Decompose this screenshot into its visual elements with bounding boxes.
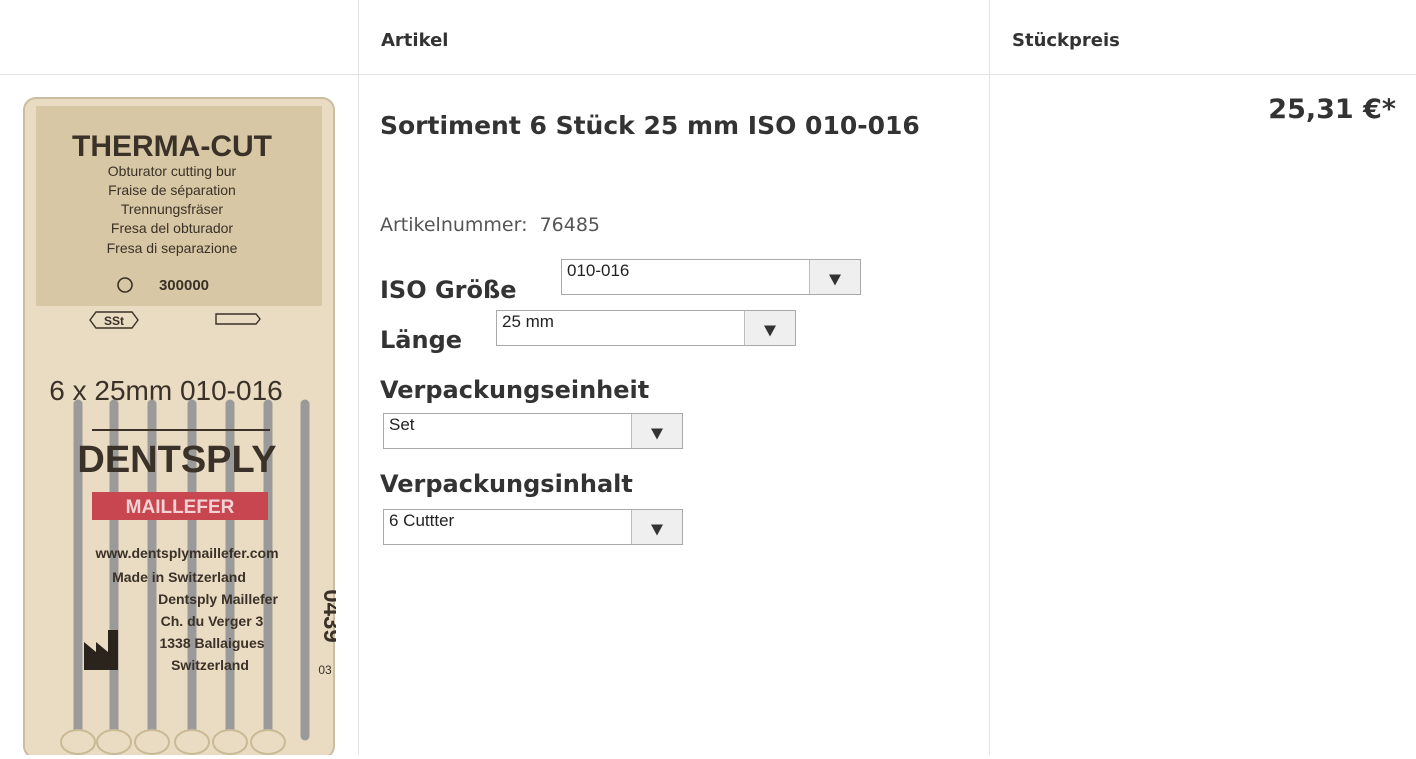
dropdown-button[interactable] <box>631 510 682 544</box>
package-brand: THERMA-CUT <box>72 130 272 163</box>
length-label: Länge <box>380 326 463 354</box>
dropdown-arrow-icon <box>764 325 776 337</box>
packaging-unit-label: Verpackungseinheit <box>380 376 650 404</box>
packaging-content-label: Verpackungsinhalt <box>380 470 633 498</box>
iso-size-label: ISO Größe <box>380 276 517 304</box>
product-title[interactable]: Sortiment 6 Stück 25 mm ISO 010-016 <box>380 104 940 148</box>
length-select[interactable]: 25 mm <box>496 310 796 346</box>
svg-text:Trennungsfräser: Trennungsfräser <box>121 201 224 217</box>
iso-size-select[interactable]: 010-016 <box>561 259 861 295</box>
dropdown-arrow-icon <box>651 524 663 536</box>
product-table: Artikel Stückpreis THERMA-CUT Obturator … <box>0 0 1416 759</box>
svg-text:03: 03 <box>318 663 332 677</box>
article-number-value: 76485 <box>539 214 601 236</box>
svg-text:Obturator cutting bur: Obturator cutting bur <box>108 163 237 179</box>
svg-text:SSt: SSt <box>104 314 124 328</box>
column-divider <box>989 0 990 755</box>
header-divider <box>0 74 1416 75</box>
svg-text:Ch. du Verger 3: Ch. du Verger 3 <box>161 613 264 629</box>
svg-text:Fresa del obturador: Fresa del obturador <box>111 220 234 236</box>
svg-text:Switzerland: Switzerland <box>171 657 249 673</box>
product-image[interactable]: THERMA-CUT Obturator cutting bur Fraise … <box>22 96 345 759</box>
unit-price: 25,31 €* <box>1268 94 1396 125</box>
svg-text:0439: 0439 <box>318 589 336 642</box>
packaging-unit-select[interactable]: Set <box>383 413 683 449</box>
svg-text:300000: 300000 <box>159 277 209 294</box>
svg-text:Made in Switzerland: Made in Switzerland <box>112 569 246 585</box>
article-number-label: Artikelnummer: <box>380 214 528 236</box>
column-divider <box>358 0 359 755</box>
svg-text:DENTSPLY: DENTSPLY <box>77 439 276 481</box>
packaging-content-select[interactable]: 6 Cuttter <box>383 509 683 545</box>
svg-text:Fresa di separazione: Fresa di separazione <box>107 240 238 256</box>
column-header-unit-price: Stückpreis <box>1012 30 1120 51</box>
dropdown-button[interactable] <box>631 414 682 448</box>
svg-text:MAILLEFER: MAILLEFER <box>126 497 235 518</box>
svg-text:1338 Ballaigues: 1338 Ballaigues <box>159 635 264 651</box>
svg-text:6 x 25mm 010-016: 6 x 25mm 010-016 <box>49 375 282 406</box>
column-header-article: Artikel <box>381 30 449 51</box>
svg-text:www.dentsplymaillefer.com: www.dentsplymaillefer.com <box>94 545 278 561</box>
svg-text:Dentsply Maillefer: Dentsply Maillefer <box>158 591 278 607</box>
dropdown-arrow-icon <box>829 274 841 286</box>
dropdown-button[interactable] <box>744 311 795 345</box>
svg-text:Fraise de séparation: Fraise de séparation <box>108 182 236 198</box>
dropdown-arrow-icon <box>651 428 663 440</box>
article-number: Artikelnummer: 76485 <box>380 214 600 236</box>
dropdown-button[interactable] <box>809 260 860 294</box>
